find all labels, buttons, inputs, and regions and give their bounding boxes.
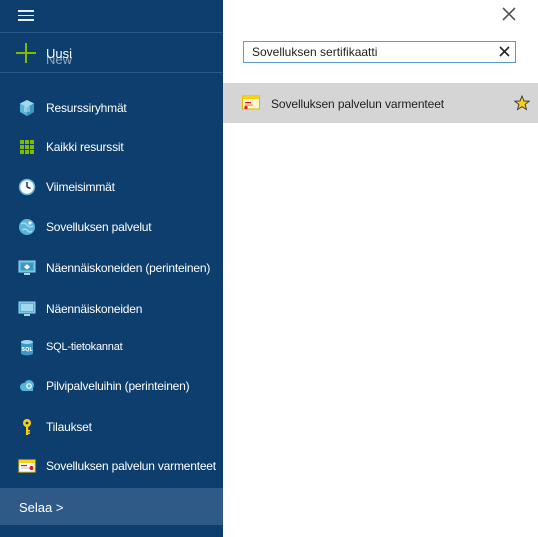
search-input[interactable]	[244, 42, 494, 62]
virtual-machine-icon	[18, 301, 36, 316]
close-icon[interactable]	[501, 6, 517, 22]
search-result-item[interactable]: Sovelluksen palvelun varmenteet	[223, 83, 538, 123]
sidebar-item-label: Viimeisimmät	[46, 180, 115, 194]
clear-icon[interactable]	[499, 46, 510, 57]
star-icon[interactable]	[514, 95, 530, 111]
sidebar-item-label: Pilvipalveluihin (perinteinen)	[46, 379, 190, 393]
resource-groups-icon	[20, 100, 34, 116]
sidebar-item-label: Resurssiryhmät	[46, 101, 127, 115]
sidebar-item-label: Tilaukset	[46, 420, 92, 434]
cloud-services-icon	[20, 380, 34, 391]
svg-text:SQL: SQL	[21, 347, 33, 353]
browse-label: Selaa >	[19, 500, 64, 515]
sidebar-item-sql-databases[interactable]: SQL SQL-tietokannat	[0, 333, 223, 363]
app-services-globe-icon	[19, 219, 35, 235]
all-resources-grid-icon	[20, 140, 34, 154]
new-button-label: Uusi New	[46, 45, 73, 67]
sidebar-item-label: Näennäiskoneiden (perinteinen)	[46, 261, 211, 275]
plus-icon	[16, 43, 36, 63]
app-root: Uusi New Resurssiryhmät Kaikki resurssit…	[0, 0, 538, 537]
sidebar-item-cloud-services[interactable]: Pilvipalveluihin (perinteinen)	[0, 371, 223, 401]
certificate-icon	[18, 459, 36, 473]
sidebar-item-label: Sovelluksen palvelun varmenteet	[46, 459, 216, 473]
sidebar-divider-new	[0, 72, 223, 73]
sidebar-item-virtual-machines[interactable]: Näennäiskoneiden	[0, 294, 223, 324]
sidebar-item-recent[interactable]: Viimeisimmät	[0, 172, 223, 202]
sidebar-item-label: Kaikki resurssit	[46, 140, 124, 154]
sidebar-item-label: Sovelluksen palvelut	[46, 220, 152, 234]
sidebar-item-label: Näennäiskoneiden	[46, 302, 143, 316]
sidebar-item-app-service-certificates[interactable]: Sovelluksen palvelun varmenteet	[0, 451, 223, 481]
sidebar-item-all-resources[interactable]: Kaikki resurssit	[0, 132, 223, 162]
new-button-ghost-label: New	[46, 51, 73, 67]
sidebar: Uusi New Resurssiryhmät Kaikki resurssit…	[0, 0, 223, 537]
browse-button[interactable]: Selaa >	[0, 488, 223, 525]
sidebar-item-app-services[interactable]: Sovelluksen palvelut	[0, 212, 223, 242]
hamburger-menu-icon[interactable]	[18, 10, 34, 22]
sidebar-item-virtual-machines-classic[interactable]: Näennäiskoneiden (perinteinen)	[0, 253, 223, 283]
search-box	[243, 41, 516, 63]
sidebar-divider-top	[0, 32, 223, 33]
sql-database-icon: SQL	[21, 340, 33, 356]
search-result-label: Sovelluksen palvelun varmenteet	[271, 97, 445, 111]
key-icon	[23, 419, 31, 435]
sidebar-item-label: SQL-tietokannat	[46, 341, 123, 353]
new-button[interactable]: Uusi New	[16, 40, 72, 66]
virtual-machine-classic-icon	[18, 260, 36, 275]
clock-icon	[18, 178, 36, 196]
certificate-icon	[242, 95, 260, 110]
sidebar-item-resource-groups[interactable]: Resurssiryhmät	[0, 93, 223, 123]
sidebar-item-subscriptions[interactable]: Tilaukset	[0, 412, 223, 442]
